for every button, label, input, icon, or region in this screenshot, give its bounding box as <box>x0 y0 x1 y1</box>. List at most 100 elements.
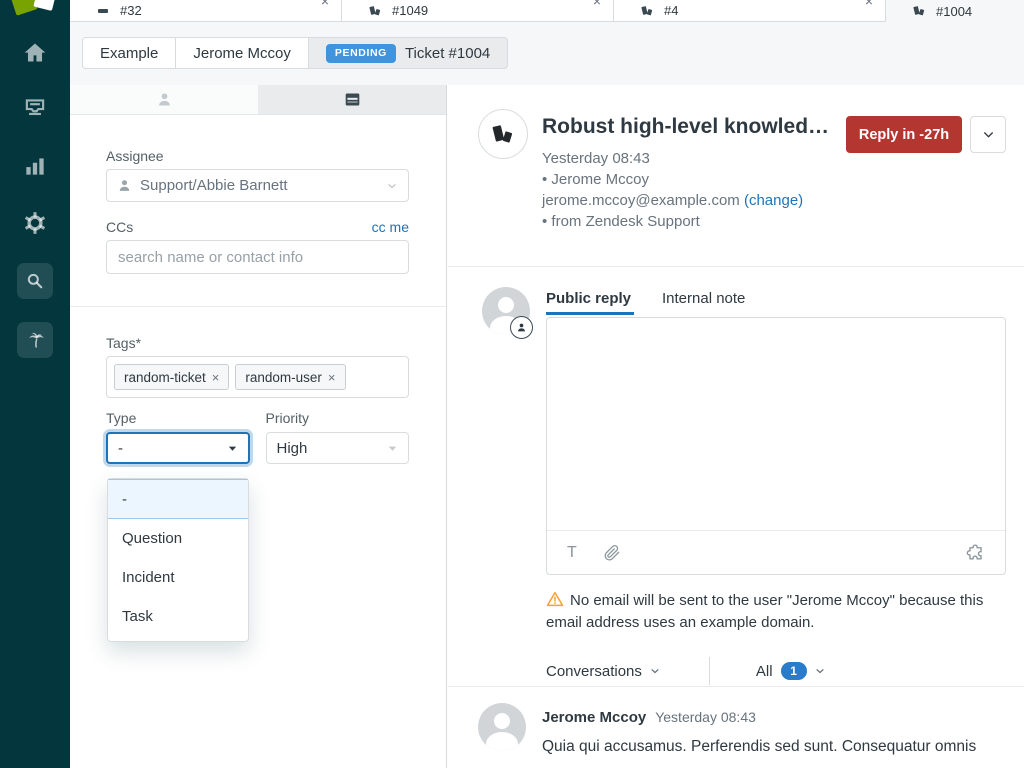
type-option[interactable]: Question <box>108 519 248 558</box>
assignee-label: Assignee <box>106 115 409 164</box>
breadcrumb-requester[interactable]: Jerome Mccoy <box>175 37 309 69</box>
ticket-fields-icon <box>344 92 361 107</box>
ticket-icon <box>640 4 654 18</box>
ticket-tab-active[interactable]: #1004 <box>886 0 1024 22</box>
attach-file-button[interactable] <box>603 544 621 562</box>
chevron-down-icon <box>387 443 398 454</box>
puzzle-icon <box>966 543 985 562</box>
sidebar-item-search[interactable] <box>17 263 53 299</box>
ticket-tab-label: #1004 <box>936 4 972 19</box>
person-icon <box>516 322 527 333</box>
type-option[interactable]: Incident <box>108 558 248 597</box>
ccs-label: CCs <box>106 219 133 235</box>
ticket-channel-avatar <box>478 109 528 159</box>
type-value: - <box>118 440 123 457</box>
close-icon[interactable]: × <box>865 0 873 9</box>
panel-body: Assignee Support/Abbie Barnett CCs cc me… <box>70 115 446 768</box>
assignee-value: Support/Abbie Barnett <box>140 177 288 194</box>
ticket-tab-label: #1049 <box>392 3 428 18</box>
ticket-meta: Yesterday 08:43 • Jerome Mccoy jerome.mc… <box>542 148 803 232</box>
tab-public-reply[interactable]: Public reply <box>546 290 631 307</box>
type-option[interactable]: Task <box>108 597 248 636</box>
type-dropdown-menu: - Question Incident Task <box>107 478 249 642</box>
close-icon[interactable]: × <box>321 0 329 9</box>
home-icon <box>22 40 48 66</box>
composer-apps-button[interactable] <box>966 543 985 562</box>
ticket-properties-panel: Assignee Support/Abbie Barnett CCs cc me… <box>70 85 447 768</box>
sidebar-item-views[interactable] <box>17 90 53 126</box>
all-filter-dropdown[interactable]: All <box>756 663 773 680</box>
comment-author[interactable]: Jerome Mccoy <box>542 709 646 726</box>
views-icon <box>22 95 48 121</box>
status-badge: PENDING <box>326 44 396 63</box>
tag-chip[interactable]: random-user × <box>235 364 345 390</box>
chevron-down-icon <box>227 443 238 454</box>
ticket-icon <box>912 4 926 18</box>
conversations-dropdown[interactable]: Conversations <box>546 663 642 680</box>
tags-label: Tags* <box>106 335 409 351</box>
remove-tag-icon[interactable]: × <box>328 370 336 385</box>
comment-body: Quia qui accusamus. Perferendis sed sunt… <box>542 735 1024 758</box>
comment-timestamp: Yesterday 08:43 <box>655 709 756 725</box>
priority-select[interactable]: High <box>266 432 410 464</box>
breadcrumb-ticket[interactable]: PENDING Ticket #1004 <box>308 37 508 69</box>
composer-toolbar: T <box>547 530 1005 574</box>
bar-chart-icon <box>22 153 48 179</box>
section-divider <box>448 266 1024 267</box>
tab-ticket-fields[interactable] <box>258 85 446 114</box>
panel-divider <box>70 306 446 307</box>
ccs-search-input[interactable] <box>106 240 409 274</box>
sidebar-item-apps[interactable] <box>17 322 53 358</box>
vertical-divider <box>709 657 710 685</box>
cc-me-link[interactable]: cc me <box>372 219 409 235</box>
reply-editor[interactable] <box>547 318 1005 530</box>
chevron-down-icon <box>814 665 826 677</box>
tab-internal-note[interactable]: Internal note <box>662 290 745 307</box>
ticket-channel: • from Zendesk Support <box>542 211 803 232</box>
change-email-link[interactable]: (change) <box>744 192 803 209</box>
type-select[interactable]: - <box>106 432 250 464</box>
breadcrumb-account[interactable]: Example <box>82 37 176 69</box>
panel-tab-strip <box>70 85 446 115</box>
zendesk-support-app: #32 × #1049 × #4 × #1004 <box>0 0 1024 768</box>
sidebar-item-home[interactable] <box>17 35 53 71</box>
ticket-tab[interactable]: #4 × <box>614 0 886 22</box>
ticket-tab-label: #32 <box>120 3 142 18</box>
palm-tree-icon <box>25 330 45 350</box>
requester-email: jerome.mccoy@example.com <box>542 192 740 209</box>
breadcrumb-band: Example Jerome Mccoy PENDING Ticket #100… <box>70 22 1024 85</box>
tag-chip[interactable]: random-ticket × <box>114 364 229 390</box>
tab-user-details[interactable] <box>70 85 258 114</box>
warning-icon <box>546 590 564 608</box>
conversation-filter-bar: Conversations All 1 <box>546 656 826 686</box>
sidebar-item-admin[interactable] <box>17 205 53 241</box>
type-option-selected[interactable]: - <box>108 479 248 519</box>
agent-presence-badge <box>510 316 533 339</box>
priority-value: High <box>277 440 308 457</box>
ticket-main: Robust high-level knowled… Reply in -27h… <box>448 85 1024 768</box>
chevron-down-icon <box>982 128 995 141</box>
close-icon[interactable]: × <box>593 0 601 9</box>
active-tab-underline <box>546 312 634 315</box>
suspended-ticket-icon <box>96 4 110 18</box>
app-sidebar <box>0 0 70 768</box>
text-format-button[interactable]: T <box>567 544 577 562</box>
remove-tag-icon[interactable]: × <box>212 370 220 385</box>
reply-sla-button[interactable]: Reply in -27h <box>846 116 962 153</box>
ticket-tab[interactable]: #32 × <box>70 0 342 22</box>
chevron-down-icon <box>386 180 398 192</box>
ticket-timestamp: Yesterday 08:43 <box>542 148 803 169</box>
breadcrumb: Example Jerome Mccoy PENDING Ticket #100… <box>82 37 508 69</box>
ticket-tab[interactable]: #1049 × <box>342 0 614 22</box>
gear-icon <box>22 210 48 236</box>
sidebar-item-reporting[interactable] <box>17 148 53 184</box>
section-divider <box>448 686 1024 687</box>
reply-options-button[interactable] <box>970 116 1006 153</box>
tags-field[interactable]: random-ticket × random-user × <box>106 356 409 398</box>
assignee-select[interactable]: Support/Abbie Barnett <box>106 169 409 202</box>
commenter-avatar <box>478 703 526 751</box>
search-icon <box>25 271 45 291</box>
ticket-number-label: Ticket #1004 <box>405 45 490 62</box>
ticket-icon <box>489 120 517 148</box>
paperclip-icon <box>603 544 621 562</box>
